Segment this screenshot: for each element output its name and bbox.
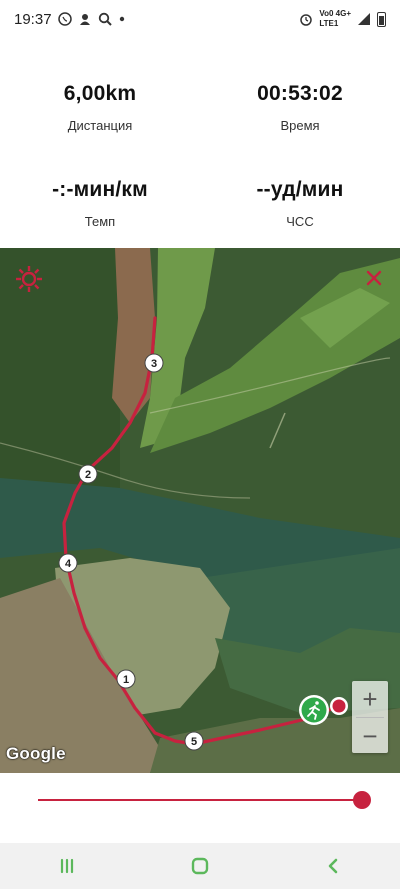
close-icon[interactable] xyxy=(362,266,386,290)
route-marker-2-label: 2 xyxy=(85,469,91,481)
heart-rate-value: --уд/мин xyxy=(256,178,344,201)
signal-icon xyxy=(358,13,370,25)
alarm-icon xyxy=(300,14,313,26)
recents-button[interactable] xyxy=(37,846,97,886)
route-marker-3[interactable]: 3 xyxy=(144,353,164,373)
slider-thumb[interactable] xyxy=(353,791,371,809)
heart-rate-label: ЧСС xyxy=(286,214,314,229)
route-marker-1[interactable]: 1 xyxy=(116,669,136,689)
home-icon xyxy=(191,857,209,875)
time-label: Время xyxy=(280,118,320,133)
status-time: 19:37 xyxy=(14,10,52,28)
back-icon xyxy=(329,858,338,874)
network-label: Vo0 4G+ LTE1 xyxy=(319,9,351,28)
route-marker-5-label: 5 xyxy=(191,736,197,748)
route-marker-2[interactable]: 2 xyxy=(78,464,98,484)
distance-label: Дистанция xyxy=(67,118,133,133)
gear-icon[interactable] xyxy=(14,264,44,294)
route-map[interactable]: 3 2 4 1 5 Google + − xyxy=(0,248,400,773)
runner-start-marker[interactable] xyxy=(299,695,329,725)
route-end-marker[interactable] xyxy=(330,697,348,715)
distance-value: 6,00km xyxy=(63,82,137,105)
status-bar: 19:37 Vo0 4G+ LTE1 xyxy=(0,0,400,38)
pace-stat: -:-мин/км Темп xyxy=(0,178,200,229)
dot-icon xyxy=(119,16,124,22)
pace-value: -:-мин/км xyxy=(52,178,148,201)
google-attribution: Google xyxy=(6,744,66,763)
route-marker-3-label: 3 xyxy=(151,358,157,370)
heart-rate-stat: --уд/мин ЧСС xyxy=(200,178,400,229)
system-nav-bar xyxy=(0,843,400,889)
zoom-out-button[interactable]: − xyxy=(352,718,388,754)
pace-label: Темп xyxy=(84,214,116,229)
recents-icon xyxy=(60,858,73,874)
zoom-in-button[interactable]: + xyxy=(352,681,388,717)
route-marker-1-label: 1 xyxy=(123,674,129,686)
time-value: 00:53:02 xyxy=(257,82,343,105)
viber-icon xyxy=(57,12,72,26)
satellite-imagery: 3 2 4 1 5 xyxy=(0,248,400,773)
back-button[interactable] xyxy=(303,846,363,886)
time-stat: 00:53:02 Время xyxy=(200,82,400,133)
route-marker-4[interactable]: 4 xyxy=(58,553,78,573)
playback-slider[interactable] xyxy=(38,789,372,811)
battery-icon xyxy=(377,11,386,27)
home-button[interactable] xyxy=(170,846,230,886)
slider-track[interactable] xyxy=(38,799,362,801)
messenger-icon xyxy=(79,14,90,25)
route-marker-5[interactable]: 5 xyxy=(184,731,204,751)
zoom-control: + − xyxy=(352,681,388,753)
distance-stat: 6,00km Дистанция xyxy=(0,82,200,133)
search-icon xyxy=(98,12,112,26)
route-marker-4-label: 4 xyxy=(65,558,72,570)
